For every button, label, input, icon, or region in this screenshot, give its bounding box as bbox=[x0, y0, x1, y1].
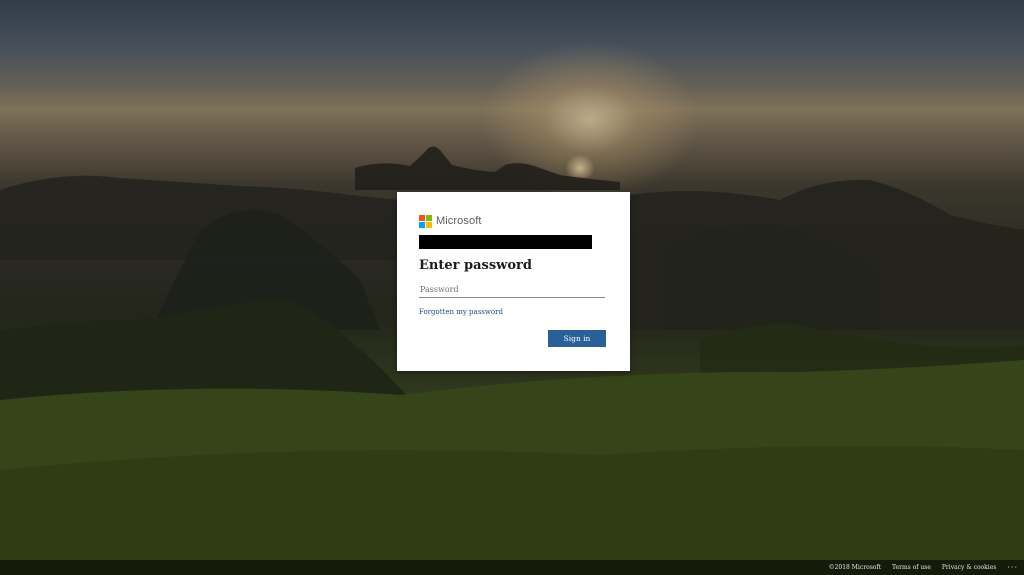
logo-yellow-square bbox=[426, 221, 432, 228]
page-title: Enter password bbox=[419, 258, 532, 273]
logo-red-square bbox=[419, 214, 425, 221]
microsoft-logo-icon bbox=[419, 214, 432, 228]
forgot-password-link[interactable]: Forgotten my password bbox=[419, 308, 503, 316]
copyright-text: ©2018 Microsoft bbox=[828, 564, 882, 571]
footer-links: ©2018 Microsoft Terms of use Privacy & c… bbox=[828, 563, 1018, 571]
terms-of-use-link[interactable]: Terms of use bbox=[892, 564, 931, 571]
sign-in-button[interactable]: Sign in bbox=[548, 330, 606, 347]
login-card: Microsoft Enter password Forgotten my pa… bbox=[397, 192, 630, 371]
more-options-icon[interactable]: ··· bbox=[1007, 563, 1018, 571]
footer-bar: ©2018 Microsoft Terms of use Privacy & c… bbox=[0, 560, 1024, 575]
logo-green-square bbox=[426, 214, 432, 221]
logo-blue-square bbox=[419, 221, 425, 228]
password-input[interactable] bbox=[419, 281, 605, 298]
account-email-redacted bbox=[419, 235, 592, 249]
privacy-cookies-link[interactable]: Privacy & cookies bbox=[942, 564, 996, 571]
microsoft-logo: Microsoft bbox=[419, 214, 482, 228]
logo-text: Microsoft bbox=[436, 215, 482, 227]
